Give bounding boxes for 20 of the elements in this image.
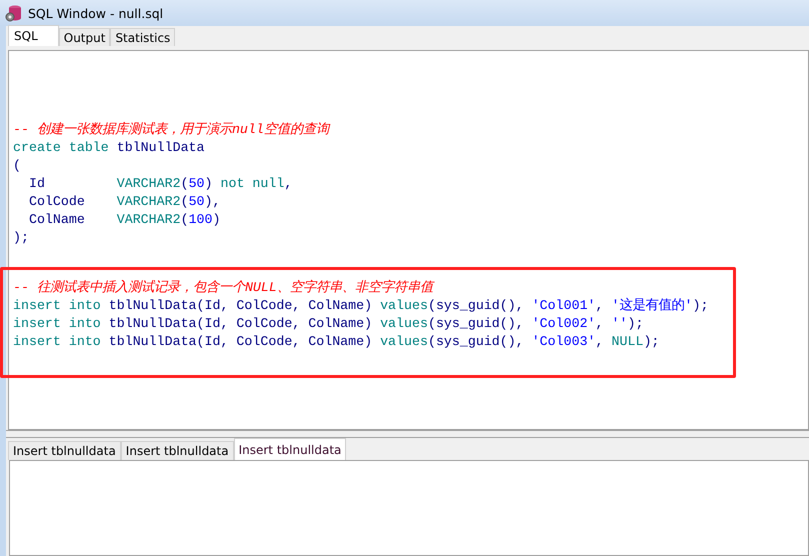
code-line: ColName VARCHAR2(100) bbox=[28, 211, 222, 229]
code-line: insert into tblNullData(Id, ColCode, ColName) values(sys_guid(), 'Col001', '这是有值的'); bbox=[13, 297, 710, 315]
tab[interactable]: SQL bbox=[8, 25, 59, 46]
code-line: Id VARCHAR2(50) not null, bbox=[28, 175, 294, 193]
code-line: ( bbox=[13, 157, 22, 175]
code-line: -- 创建一张数据库测试表，用于演示null空值的查询 bbox=[13, 121, 332, 139]
tab[interactable]: Statistics bbox=[110, 28, 176, 46]
splitter-bar[interactable] bbox=[6, 430, 809, 438]
code-line: ); bbox=[13, 229, 30, 247]
code-line: -- 往测试表中插入测试记录，包含一个NULL、空字符串、非空字符串值 bbox=[13, 279, 436, 297]
tab[interactable]: Insert tblnulldata bbox=[120, 441, 234, 460]
code-line: insert into tblNullData(Id, ColCode, ColName) values(sys_guid(), 'Col002', ''); bbox=[13, 315, 644, 333]
code-line: create table tblNullData bbox=[13, 139, 206, 157]
tab[interactable]: Output bbox=[58, 28, 110, 46]
code-line: insert into tblNullData(Id, ColCode, ColName) values(sys_guid(), 'Col003', NULL); bbox=[13, 333, 660, 351]
code-line: ColCode VARCHAR2(50), bbox=[28, 193, 222, 211]
database-gear-icon bbox=[5, 4, 23, 22]
tab[interactable]: Insert tblnulldata bbox=[234, 438, 346, 460]
window-title: SQL Window - null.sql bbox=[28, 6, 164, 20]
tab[interactable]: Insert tblnulldata bbox=[8, 441, 121, 460]
